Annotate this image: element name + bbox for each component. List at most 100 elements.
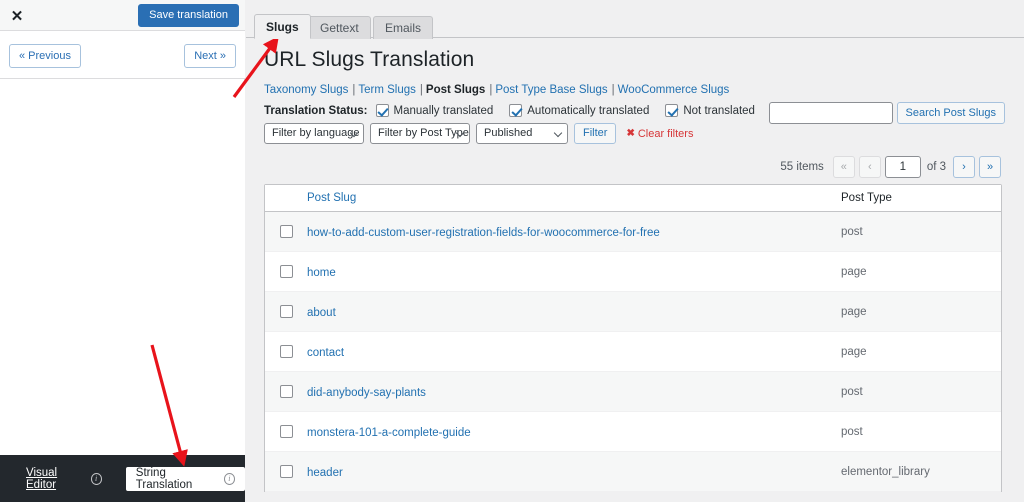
post-slug-link[interactable]: did-anybody-say-plants [307,387,426,399]
cell-post-slug: about [307,303,841,321]
tab-emails[interactable]: Emails [373,16,434,39]
first-page-button: « [832,156,855,178]
filter-button[interactable]: Filter [574,123,617,144]
row-checkbox-cell [265,345,307,358]
checkbox-automatically-translated[interactable]: Automatically translated [509,104,649,117]
filter-by-language-select[interactable]: Filter by language [264,123,364,144]
tab-strip: Slugs Gettext Emails [246,10,1024,39]
checkbox-not-translated[interactable]: Not translated [665,104,755,117]
editor-body [0,80,245,455]
cell-post-type: elementor_library [841,465,930,478]
info-icon[interactable]: i [90,472,102,485]
subnav-taxonomy-slugs[interactable]: Taxonomy Slugs [264,84,348,96]
clear-filters-link[interactable]: ✖ Clear filters [626,128,693,140]
checkbox-manually-translated[interactable]: Manually translated [375,104,494,117]
subnav-separator: | [352,84,356,96]
table-row[interactable]: header elementor_library [265,452,1001,492]
page-number-input[interactable] [884,156,921,178]
cell-post-slug: header [307,463,841,481]
subnav-post-slugs[interactable]: Post Slugs [426,84,485,96]
row-checkbox-cell [265,385,307,398]
clear-filters-label: Clear filters [637,127,694,140]
cell-post-type: page [841,305,867,318]
subnav-post-type-base-slugs[interactable]: Post Type Base Slugs [495,84,607,96]
post-slug-link[interactable]: about [307,307,336,319]
previous-page-button: ‹ [858,156,881,178]
main-content: Slugs Gettext Emails URL Slugs Translati… [246,0,1024,502]
table-row[interactable]: home page [265,252,1001,292]
subnav-separator: | [489,84,493,96]
search-area: Search Post Slugs [768,102,1005,124]
cell-post-type: post [841,425,863,438]
subnav-separator: | [611,84,615,96]
row-checkbox-cell [265,225,307,238]
post-slug-link[interactable]: contact [307,347,344,359]
translation-status-label: Translation Status: [264,104,368,117]
table-row[interactable]: contact page [265,332,1001,372]
row-checkbox-cell [265,425,307,438]
subnav-woocommerce-slugs[interactable]: WooCommerce Slugs [618,84,730,96]
chevron-down-icon [553,128,563,138]
subnav-links: Taxonomy Slugs | Term Slugs | Post Slugs | Pos… [264,84,729,96]
table-row[interactable]: did-anybody-say-plants post [265,372,1001,412]
tab-slugs[interactable]: Slugs [254,14,311,39]
string-translation-label: String Translation [135,466,193,491]
next-button[interactable]: Next » [184,44,236,68]
search-input[interactable] [768,102,893,124]
editor-bottom-toolbar: Visual Editor i String Translation i [0,455,245,502]
cell-post-type: page [841,345,867,358]
row-checkbox[interactable] [279,265,293,278]
post-slug-link[interactable]: how-to-add-custom-user-registration-fiel… [307,227,660,239]
items-count: 55 items [780,161,824,173]
post-slug-link[interactable]: monstera-101-a-complete-guide [307,427,471,439]
select-value: Filter by language [272,127,360,139]
search-post-slugs-button[interactable]: Search Post Slugs [896,102,1005,124]
previous-button[interactable]: « Previous [9,44,81,68]
editor-nav-bar: « Previous Next » [0,31,245,79]
cell-post-slug: contact [307,343,841,361]
row-checkbox[interactable] [279,345,293,358]
checkbox-label: Not translated [683,104,755,117]
tab-gettext[interactable]: Gettext [308,16,371,39]
last-page-button[interactable]: » [979,156,1001,178]
page-title: URL Slugs Translation [264,48,475,71]
visual-editor-link[interactable]: Visual Editor i [26,467,102,491]
close-icon[interactable]: ✕ [8,7,26,25]
table-row[interactable]: monstera-101-a-complete-guide post [265,412,1001,452]
info-icon[interactable]: i [223,472,235,485]
row-checkbox[interactable] [279,465,293,478]
column-header-post-slug[interactable]: Post Slug [307,192,841,204]
subnav-separator: | [419,84,423,96]
row-checkbox[interactable] [279,385,293,398]
row-checkbox[interactable] [279,425,293,438]
next-page-button[interactable]: › [953,156,975,178]
column-header-post-type: Post Type [841,192,892,204]
translation-editor-panel: ✕ Save translation « Previous Next » Vis… [0,0,245,502]
row-checkbox-cell [265,465,307,478]
row-checkbox[interactable] [279,305,293,318]
filter-by-status-select[interactable]: Published [476,123,568,144]
checkbox-label: Automatically translated [527,104,650,117]
post-slug-link[interactable]: home [307,267,336,279]
string-translation-button[interactable]: String Translation i [125,466,245,491]
checkbox-box[interactable] [509,104,523,117]
cell-post-slug: how-to-add-custom-user-registration-fiel… [307,223,841,241]
subnav-term-slugs[interactable]: Term Slugs [358,84,416,96]
post-slug-link[interactable]: header [307,467,343,479]
pagination: 55 items « ‹ of 3 › » [780,156,1005,178]
table-row[interactable]: how-to-add-custom-user-registration-fiel… [265,212,1001,252]
translation-status-filter: Translation Status: Manually translated … [264,104,771,117]
cell-post-type: post [841,385,863,398]
row-checkbox[interactable] [279,225,293,238]
filter-by-post-type-select[interactable]: Filter by Post Type [370,123,470,144]
table-row[interactable]: about page [265,292,1001,332]
save-translation-button[interactable]: Save translation [138,4,239,27]
post-slugs-table: Post Slug Post Type how-to-add-custom-us… [264,184,1002,492]
checkbox-box[interactable] [665,104,679,117]
select-value: Published [484,127,533,139]
table-header-row: Post Slug Post Type [265,185,1001,212]
row-checkbox-cell [265,265,307,278]
cell-post-slug: monstera-101-a-complete-guide [307,423,841,441]
checkbox-label: Manually translated [393,104,494,117]
checkbox-box[interactable] [375,104,389,117]
